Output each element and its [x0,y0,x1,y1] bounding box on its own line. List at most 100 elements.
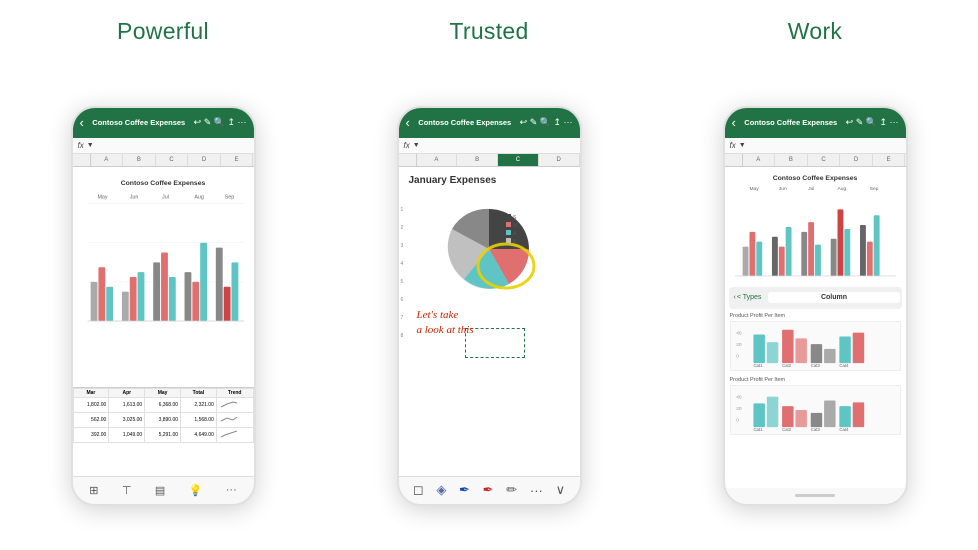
td-1-2: 1,613.00 [109,397,145,412]
file-title-2: Contoso Coffee Expenses [414,118,516,127]
row-num-8: 8 [401,333,404,339]
bar-chart-svg-1: Contoso Coffee Expenses May Jun Jul Aug … [73,167,254,387]
draw-pencil-icon[interactable]: ✏ [506,482,517,498]
data-table-1: Mar Apr May Total Trend 1,802.00 [73,387,254,443]
row-num-col-3 [725,154,743,166]
svg-text:Sep: Sep [224,194,234,200]
draw-eraser-icon[interactable]: ◈ [436,482,446,498]
fx-bar-1: fx ▼ [73,138,254,154]
th-may: May [145,388,181,397]
types-button[interactable]: ‹ < Types [729,294,767,301]
excel-topbar-2: ‹ Contoso Coffee Expenses ↩ ✎ 🔍 ↥ ··· [399,108,580,138]
svg-text:40: 40 [736,330,742,336]
svg-text:20: 20 [736,406,742,412]
td-3-1: 392.00 [73,427,109,442]
fx-bar-2: fx ▼ [399,138,580,154]
th-mar: Mar [73,388,109,397]
draw-select-icon[interactable]: ◻ [413,482,424,498]
gallery-chart-1: 40 20 0 [730,321,901,371]
toolbar-icon-more[interactable]: ··· [226,484,237,496]
col-h-E3: E [873,154,906,166]
fx-content-1: ▼ [87,142,94,149]
pie-chart-wrapper: S M A B [405,194,574,304]
col-h-A1: A [91,154,124,166]
td-1-4: 2,321.00 [181,397,217,412]
draw-pen1-icon[interactable]: ✒ [459,482,470,498]
row-num-3: 3 [401,243,404,249]
td-2-3: 3,890.00 [145,412,181,427]
svg-text:0: 0 [736,417,739,423]
grid-header-3: A B C D E [725,154,906,167]
row-numbers: 1 2 3 4 5 6 7 8 [401,207,404,339]
row-num-col-2 [399,154,417,166]
svg-text:Cat3: Cat3 [810,427,820,431]
chart-type-selector: ‹ < Types Column [729,287,902,309]
svg-text:Aug: Aug [837,185,846,191]
excel-topbar-1: ‹ Contoso Coffee Expenses ↩ ✎ 🔍 ↥ ··· [73,108,254,138]
toolbar-icon-table[interactable]: ▤ [155,484,165,497]
back-icon-3[interactable]: ‹ [732,115,736,130]
row-num-7: 7 [401,315,404,321]
td-3-4: 4,649.00 [181,427,217,442]
toolbar-icon-filter[interactable]: ⊤ [122,484,132,497]
excel-topbar-3: ‹ Contoso Coffee Expenses ↩ ✎ 🔍 ↥ ··· [725,108,906,138]
svg-text:Cat4: Cat4 [839,363,849,367]
pie-chart-title: January Expenses [405,175,574,186]
panel-trusted-title: Trusted [449,18,528,45]
column-button[interactable]: Column [768,292,899,303]
gallery-title-1: Product Profit Per Item [730,313,901,319]
gallery-title-2: Product Profit Per Item [730,377,901,383]
col-h-A3: A [743,154,776,166]
grid-header-2: A B C D [399,154,580,167]
bottom-toolbar-1: ⊞ ⊤ ▤ 💡 ··· [73,476,254,504]
phone-work: ‹ Contoso Coffee Expenses ↩ ✎ 🔍 ↥ ··· fx… [723,106,908,506]
col-h-C2: C [498,154,539,166]
gallery-item-1: Product Profit Per Item 40 20 0 [730,313,901,371]
gallery-item-2: Product Profit Per Item 40 20 0 [730,377,901,435]
fx-content-2: ▼ [413,142,420,149]
gallery-chart-2: 40 20 0 [730,385,901,435]
draw-pen2-icon[interactable]: ✒ [483,482,494,498]
svg-text:Jul: Jul [808,185,814,191]
col-h-B1: B [123,154,156,166]
sheet-body-2: January Expenses [399,167,580,476]
svg-text:M: M [513,223,517,229]
back-icon-2[interactable]: ‹ [406,115,410,130]
svg-text:Cat2: Cat2 [782,363,792,367]
sheet-body-3: Contoso Coffee Expenses May Jun Jul Aug … [725,167,906,488]
bar-chart-svg-3: Contoso Coffee Expenses May Jun Jul Aug … [725,167,906,287]
top-icons-3: ↩ ✎ 🔍 ↥ ··· [846,117,899,128]
svg-text:Cat3: Cat3 [810,363,820,367]
row-num-2: 2 [401,225,404,231]
row-num-1: 1 [401,207,404,213]
fx-bar-3: fx ▼ [725,138,906,154]
col-h-C3: C [808,154,841,166]
toolbar-icon-bulb[interactable]: 💡 [189,484,203,497]
main-layout: Powerful ‹ Contoso Coffee Expenses ↩ ✎ 🔍… [0,0,978,550]
draw-more-icon[interactable]: ··· [530,483,543,498]
svg-text:Jun: Jun [778,185,786,191]
top-icons-2: ↩ ✎ 🔍 ↥ ··· [520,117,573,128]
gallery-svg-2: 40 20 0 [734,389,897,431]
panel-work: Work ‹ Contoso Coffee Expenses ↩ ✎ 🔍 ↥ ·… [652,0,978,550]
back-icon-1[interactable]: ‹ [80,115,84,130]
fx-content-3: ▼ [739,142,746,149]
row-num-4: 4 [401,261,404,267]
col-h-B3: B [775,154,808,166]
phone-trusted-wrapper: ‹ Contoso Coffee Expenses ↩ ✎ 🔍 ↥ ··· fx… [326,61,652,550]
svg-text:Aug: Aug [194,194,204,200]
row-num-6: 6 [401,297,404,303]
svg-text:Cat1: Cat1 [753,427,763,431]
toolbar-icon-grid[interactable]: ⊞ [89,484,98,497]
panel-powerful: Powerful ‹ Contoso Coffee Expenses ↩ ✎ 🔍… [0,0,326,550]
draw-chevron-icon[interactable]: ∨ [556,482,566,498]
gallery-svg-1: 40 20 0 [734,325,897,367]
svg-text:Cat2: Cat2 [782,427,792,431]
th-apr: Apr [109,388,145,397]
td-2-5 [216,412,253,427]
td-1-5 [216,397,253,412]
svg-text:20: 20 [736,342,742,348]
col-h-C1: C [156,154,189,166]
svg-text:Contoso Coffee Expenses: Contoso Coffee Expenses [772,175,857,182]
col-h-E1: E [221,154,254,166]
